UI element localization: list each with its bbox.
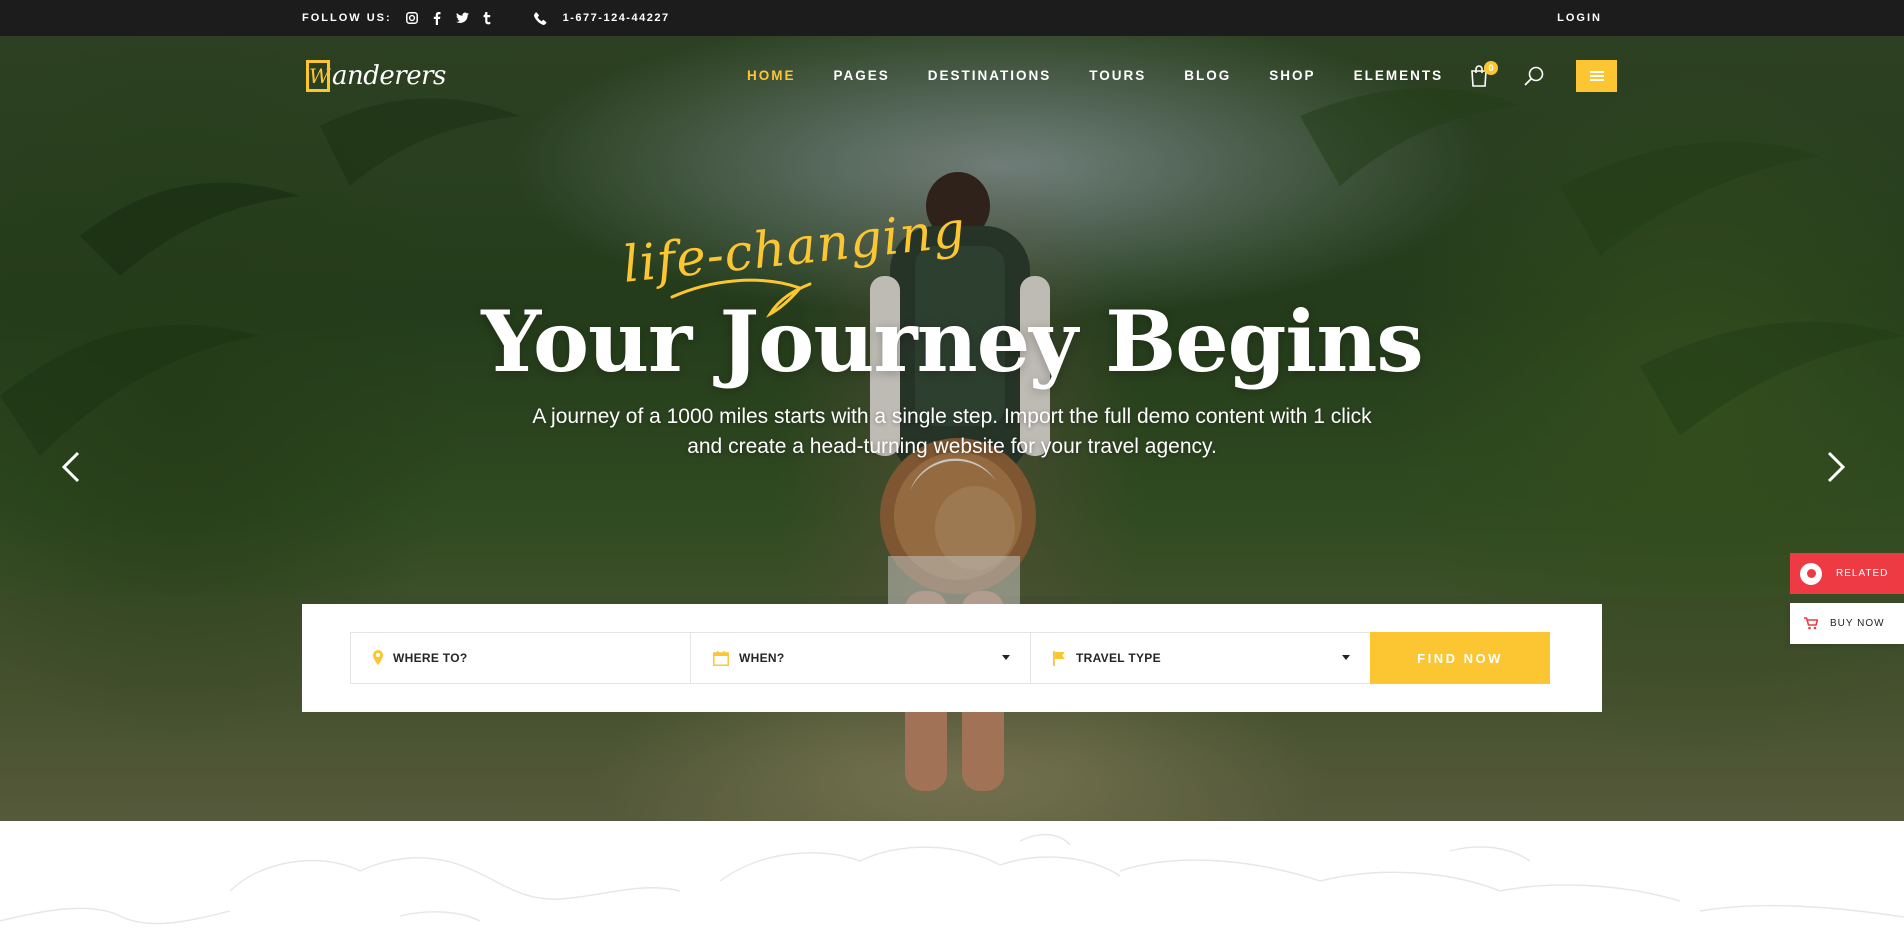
site-logo[interactable]: W anderers (306, 60, 446, 92)
nav-pages[interactable]: PAGES (834, 68, 890, 83)
calendar-icon (713, 650, 729, 666)
hero-subtitle-line-1: A journey of a 1000 miles starts with a … (532, 405, 1372, 428)
logo-text: anderers (332, 61, 446, 91)
related-widget-button[interactable]: RELATED (1790, 553, 1904, 594)
slider-next-arrow[interactable] (1823, 450, 1849, 484)
facebook-icon[interactable] (431, 11, 444, 25)
location-pin-icon (373, 650, 383, 666)
where-to-field[interactable]: WHERE TO? (350, 632, 691, 684)
find-now-button[interactable]: FIND NOW (1370, 632, 1550, 684)
related-label: RELATED (1836, 568, 1889, 579)
when-label: WHEN? (739, 651, 785, 665)
when-select[interactable]: WHEN? (690, 632, 1031, 684)
hero-subtitle: A journey of a 1000 miles starts with a … (520, 402, 1384, 462)
cart-icon (1804, 617, 1818, 630)
world-map-outline-decoration (0, 834, 1904, 925)
slider-prev-arrow[interactable] (58, 450, 84, 484)
where-to-placeholder: WHERE TO? (393, 651, 468, 665)
buy-now-label: BUY NOW (1830, 618, 1885, 629)
nav-shop[interactable]: SHOP (1269, 68, 1315, 83)
hamburger-icon (1589, 71, 1604, 81)
search-icon[interactable] (1523, 65, 1545, 87)
related-icon (1800, 562, 1822, 585)
nav-elements[interactable]: ELEMENTS (1354, 68, 1444, 83)
flag-icon (1053, 650, 1066, 666)
chevron-down-icon (1002, 655, 1010, 660)
phone-icon (533, 11, 547, 25)
nav-tours[interactable]: TOURS (1089, 68, 1146, 83)
travel-type-select[interactable]: TRAVEL TYPE (1030, 632, 1371, 684)
hero-subtitle-line-2: and create a head-turning website for yo… (687, 435, 1217, 458)
logo-mark: W (306, 60, 330, 92)
nav-home[interactable]: HOME (747, 68, 796, 83)
tumblr-icon[interactable] (481, 11, 494, 25)
main-nav: HOME PAGES DESTINATIONS TOURS BLOG SHOP … (747, 68, 1481, 83)
travel-type-label: TRAVEL TYPE (1076, 651, 1161, 665)
follow-us-label: FOLLOW US: (302, 12, 392, 24)
world-map-section (0, 821, 1904, 933)
cart-count-badge: 0 (1484, 61, 1498, 75)
chevron-down-icon (1342, 655, 1350, 660)
nav-destinations[interactable]: DESTINATIONS (928, 68, 1052, 83)
instagram-icon[interactable] (406, 12, 419, 25)
social-links (406, 11, 494, 25)
header-icons: 0 (1470, 60, 1617, 92)
menu-button[interactable] (1576, 60, 1617, 92)
buy-now-widget-button[interactable]: BUY NOW (1790, 603, 1904, 644)
phone-number: 1-677-124-44227 (562, 12, 670, 24)
nav-blog[interactable]: BLOG (1184, 68, 1231, 83)
top-bar: FOLLOW US: 1-677-124-44227 LOGIN (0, 0, 1904, 36)
login-link[interactable]: LOGIN (1557, 12, 1602, 24)
cart-button[interactable]: 0 (1470, 61, 1498, 87)
phone-contact[interactable]: 1-677-124-44227 (533, 11, 670, 25)
hero-title: Your Journey Begins (481, 292, 1423, 391)
tour-search-form: WHERE TO? WHEN? TRAVEL TYPE FIND NOW (302, 604, 1602, 712)
twitter-icon[interactable] (455, 12, 469, 25)
